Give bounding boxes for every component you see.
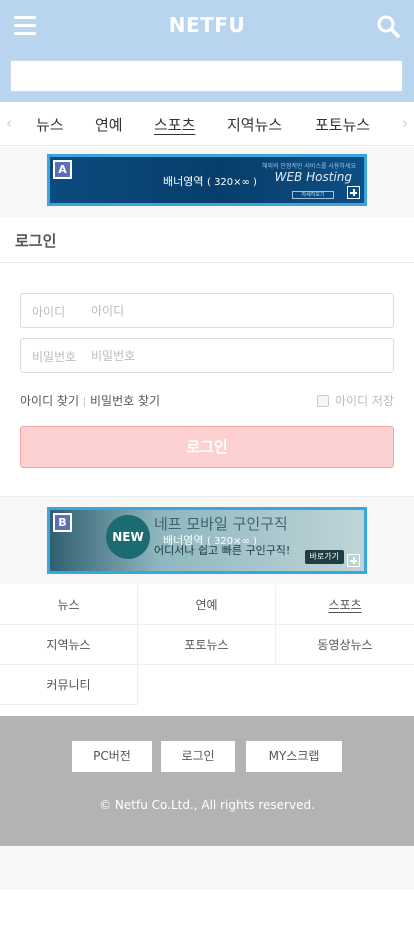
menu-item-label: 포토뉴스 xyxy=(184,638,229,652)
header: NETFU xyxy=(0,0,414,102)
footer: PC버전 로그인 MY스크랩 © Netfu Co.Ltd., All righ… xyxy=(0,716,414,846)
id-label: 아이디 xyxy=(32,305,66,319)
search-icon[interactable] xyxy=(376,14,400,38)
menu-item-entertainment[interactable]: 연예 xyxy=(138,585,276,625)
search-input[interactable] xyxy=(10,60,403,92)
banner-a[interactable]: A 해외의 안정적인 서비스를 사용하세요 WEB Hosting 자세히보기 … xyxy=(47,154,367,206)
menu-item-label: 지역뉴스 xyxy=(46,638,91,652)
banner-b-badge: B xyxy=(53,513,72,532)
banner-a-size: ( 320×∞ ) xyxy=(206,177,257,188)
plus-icon xyxy=(347,554,360,567)
banner-b-new-badge: NEW xyxy=(106,515,150,559)
banner-b[interactable]: B NEW 네프 모바일 구인구직 배너영역 ( 320×∞ ) 어디서나 쉽고… xyxy=(47,507,367,574)
footer-login-button[interactable]: 로그인 xyxy=(161,741,235,772)
tab-entertainment[interactable]: 연예 xyxy=(95,114,123,135)
password-label: 비밀번호 xyxy=(32,350,77,364)
nav-prev-icon[interactable]: ‹ xyxy=(6,114,12,132)
menu-item-sports[interactable]: 스포츠 xyxy=(276,585,414,625)
menu-item-photo-news[interactable]: 포토뉴스 xyxy=(138,625,276,665)
banner-b-button: 바로가기 xyxy=(304,550,344,564)
banner-a-label-text: 배너영역 xyxy=(163,175,204,188)
menu-item-local-news[interactable]: 지역뉴스 xyxy=(0,625,138,665)
bottom-band xyxy=(0,846,414,890)
find-password-link[interactable]: 비밀번호 찾기 xyxy=(90,394,160,408)
my-scrap-button[interactable]: MY스크랩 xyxy=(246,741,342,772)
site-logo[interactable]: NETFU xyxy=(0,13,414,37)
banner-b-title: 네프 모바일 구인구직 xyxy=(154,515,288,533)
checkbox-icon[interactable] xyxy=(316,395,329,407)
save-id-checkbox[interactable]: 아이디 저장 xyxy=(316,392,394,409)
login-button[interactable]: 로그인 xyxy=(20,426,394,468)
banner-a-label: 배너영역 ( 320×∞ ) xyxy=(163,173,257,189)
menu-item-label: 동영상뉴스 xyxy=(317,638,373,652)
banner-a-subtext: 해외의 안정적인 서비스를 사용하세요 xyxy=(261,163,356,170)
menu-item-video-news[interactable]: 동영상뉴스 xyxy=(276,625,414,665)
menu-item-label: 연예 xyxy=(195,598,218,612)
banner-b-subtext: 어디서나 쉽고 빠른 구인구직! xyxy=(154,544,291,557)
tab-local-news[interactable]: 지역뉴스 xyxy=(227,114,282,135)
nav-next-icon[interactable]: › xyxy=(402,114,408,132)
tab-sports[interactable]: 스포츠 xyxy=(154,114,195,135)
tab-news[interactable]: 뉴스 xyxy=(36,114,64,135)
menu-item-label: 뉴스 xyxy=(57,598,80,612)
menu-item-news[interactable]: 뉴스 xyxy=(0,585,138,625)
id-field[interactable]: 아이디 xyxy=(20,293,394,328)
save-id-label: 아이디 저장 xyxy=(334,394,394,408)
find-id-link[interactable]: 아이디 찾기 xyxy=(20,394,79,408)
copyright: © Netfu Co.Ltd., All rights reserved. xyxy=(99,798,315,812)
category-nav: ‹ 뉴스 연예 스포츠 지역뉴스 포토뉴스 › xyxy=(0,102,414,146)
password-field[interactable]: 비밀번호 xyxy=(20,338,394,373)
pc-version-button[interactable]: PC버전 xyxy=(72,741,152,772)
menu-item-label: 스포츠 xyxy=(328,598,362,612)
menu-item-label: 커뮤니티 xyxy=(46,678,91,692)
divider xyxy=(0,262,414,263)
plus-icon xyxy=(347,186,360,199)
tab-photo-news[interactable]: 포토뉴스 xyxy=(315,114,370,135)
banner-a-main-text: WEB Hosting xyxy=(274,170,352,184)
link-separator xyxy=(84,396,86,407)
login-title: 로그인 xyxy=(15,232,57,250)
banner-a-badge: A xyxy=(53,160,72,179)
menu-item-community[interactable]: 커뮤니티 xyxy=(0,665,138,705)
find-links: 아이디 찾기 비밀번호 찾기 xyxy=(20,392,160,409)
id-input[interactable] xyxy=(91,299,381,323)
banner-a-button: 자세히보기 xyxy=(292,191,334,199)
password-input[interactable] xyxy=(91,344,381,368)
